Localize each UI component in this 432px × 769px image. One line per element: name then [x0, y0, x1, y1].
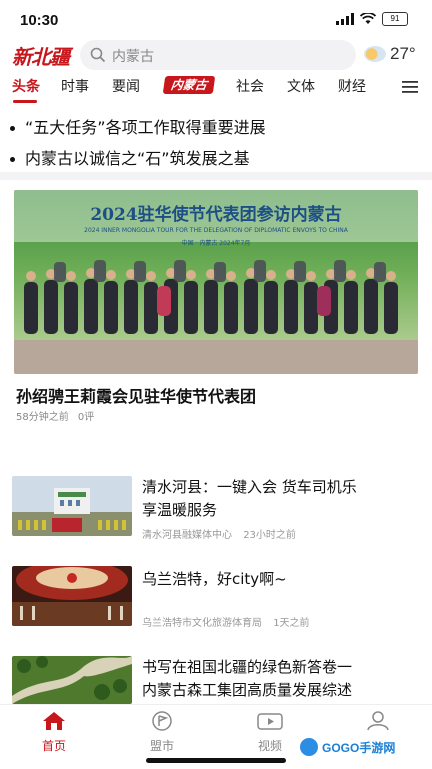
- status-bar: 10:30 91: [0, 0, 432, 38]
- app-logo: 新北疆: [12, 45, 70, 69]
- article-time: 1天之前: [273, 618, 310, 629]
- video-icon: [257, 713, 283, 730]
- tab-inner-mongolia[interactable]: 内蒙古: [162, 76, 216, 94]
- tabs-fade: [376, 74, 396, 102]
- wifi-icon: [360, 13, 376, 24]
- group-photo: 2024驻华使节代表团参访内蒙古 2024 INNER MONGOLIA TOU…: [14, 190, 418, 374]
- tab-culture-sports[interactable]: 文体: [287, 76, 315, 96]
- hero-title[interactable]: 孙绍骋王莉霞会见驻华使节代表团: [16, 383, 256, 407]
- article-meta: 清水河县融媒体中心 23小时之前: [142, 526, 296, 541]
- hero-image[interactable]: 2024驻华使节代表团参访内蒙古 2024 INNER MONGOLIA TOU…: [14, 190, 418, 374]
- home-icon: [43, 712, 65, 730]
- status-time: 10:30: [20, 12, 59, 29]
- temperature: 27°: [390, 44, 416, 63]
- weather-sunny-icon: [364, 46, 386, 62]
- bullet-icon: [10, 157, 15, 162]
- section-divider: [0, 172, 432, 180]
- tab-video[interactable]: 视频: [240, 711, 300, 754]
- list-item[interactable]: 乌兰浩特，好city啊~ 乌兰浩特市文化旅游体育局 1天之前: [10, 566, 422, 629]
- article-time: 23小时之前: [243, 530, 296, 541]
- hero-time: 58分钟之前: [16, 412, 69, 423]
- watermark-logo-icon: [300, 738, 318, 756]
- article-thumbnail: [12, 566, 132, 626]
- article-title: 书写在祖国北疆的绿色新答卷一 内蒙古森工集团高质量发展综述: [142, 658, 353, 699]
- tab-headline[interactable]: 头条: [12, 76, 40, 96]
- search-input[interactable]: 内蒙古: [80, 40, 356, 70]
- bullet-icon: [10, 126, 15, 131]
- banner-date: 中国 · 内蒙古 2024年7月: [182, 239, 251, 247]
- tab-finance[interactable]: 财经: [338, 76, 366, 96]
- list-item[interactable]: 清水河县：一键入会 货车司机乐 享温暖服务 清水河县融媒体中心 23小时之前: [10, 476, 422, 541]
- banner-subtitle: 2024 INNER MONGOLIA TOUR FOR THE DELEGAT…: [84, 227, 349, 234]
- battery-icon: 91: [382, 12, 408, 26]
- tab-society[interactable]: 社会: [236, 76, 264, 96]
- home-indicator: [146, 758, 286, 763]
- article-meta: 乌兰浩特市文化旅游体育局 1天之前: [142, 614, 310, 629]
- article-title: 乌兰浩特，好city啊~: [142, 570, 287, 588]
- signal-icon: [336, 13, 354, 25]
- hero-meta: 58分钟之前 0评: [16, 408, 94, 423]
- status-icons: 91: [336, 12, 408, 26]
- hero-comment-count: 0评: [77, 412, 95, 423]
- headline-item[interactable]: 内蒙古以诚信之“石”筑发展之基: [10, 145, 250, 169]
- list-item[interactable]: 书写在祖国北疆的绿色新答卷一 内蒙古森工集团高质量发展综述: [10, 656, 422, 704]
- search-placeholder: 内蒙古: [112, 49, 154, 65]
- article-source: 乌兰浩特市文化旅游体育局: [142, 618, 262, 629]
- weather-widget[interactable]: 27°: [364, 44, 416, 64]
- watermark-badge: GOGO手游网: [296, 734, 424, 760]
- tab-news[interactable]: 要闻: [112, 76, 140, 96]
- tab-current-affairs[interactable]: 时事: [61, 76, 89, 96]
- user-icon: [367, 711, 389, 731]
- article-thumbnail: [12, 656, 132, 704]
- article-thumbnail: [12, 476, 132, 536]
- article-source: 清水河县融媒体中心: [142, 530, 232, 541]
- tab-cities[interactable]: 盟市: [132, 711, 192, 754]
- article-title: 清水河县：一键入会 货车司机乐 享温暖服务: [142, 478, 357, 519]
- search-icon: [90, 47, 106, 63]
- tab-home[interactable]: 首页: [24, 711, 84, 754]
- active-tab-indicator: [13, 100, 37, 103]
- channel-tabs: 头条 时事 要闻 内蒙古 社会 文体 财经: [0, 74, 432, 103]
- app-header: 新北疆 内蒙古 27°: [0, 38, 432, 72]
- banner-title: 2024驻华使节代表团参访内蒙古: [90, 204, 341, 225]
- flag-icon: [152, 711, 172, 731]
- headline-item[interactable]: “五大任务”各项工作取得重要进展: [10, 114, 266, 138]
- menu-icon[interactable]: [402, 80, 418, 94]
